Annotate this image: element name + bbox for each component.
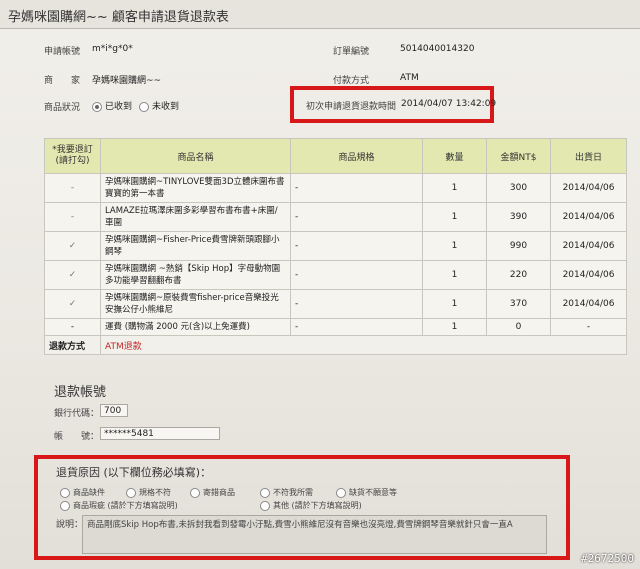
reason-defect-radio[interactable]: 商品瑕疵 (請於下方填寫說明) [60, 500, 178, 511]
col-header-qty: 數量 [422, 138, 487, 174]
product-name: 孕媽咪園購網 ~熱銷【Skip Hop】字母動物園多功能學習翻翻布書 [100, 260, 291, 290]
row-checkbox-checked-icon[interactable]: ✓ [44, 289, 101, 319]
ship-date: 2014/04/06 [550, 289, 627, 319]
radio-icon [60, 500, 70, 511]
product-price: 220 [486, 260, 551, 290]
product-qty: 1 [422, 173, 487, 203]
refund-method-row: 退款方式 ATM退款 [44, 335, 627, 355]
col-header-spec: 商品規格 [290, 138, 423, 174]
row-checkbox[interactable]: - [44, 173, 101, 203]
refund-method-value: ATM退款 [100, 335, 627, 355]
payment-value: ATM [400, 73, 419, 83]
reason-missing-item-radio[interactable]: 商品缺件 [60, 487, 105, 498]
shipping-price: 0 [486, 318, 551, 336]
description-label: 說明： [56, 520, 84, 530]
reason-out-of-stock-radio[interactable]: 缺貨不願意等 [336, 487, 397, 498]
order-no-label: 訂單編號 [333, 47, 370, 57]
title-bar: 孕媽咪園購網~~ 顧客申請退貨退款表 [0, 0, 640, 29]
bank-code-input[interactable]: 700 [100, 404, 128, 417]
col-header-price: 金額NT$ [486, 138, 551, 174]
ship-date: 2014/04/06 [550, 202, 627, 232]
radio-icon [126, 487, 136, 498]
account-no-label: 帳 號： [54, 432, 100, 442]
shipping-row: - 運費 (購物滿 2000 元(含)以上免運費) - 1 0 - [44, 318, 627, 336]
row-checkbox-checked-icon[interactable]: ✓ [44, 231, 101, 261]
reason-spec-mismatch-radio[interactable]: 規格不符 [126, 487, 171, 498]
product-qty: 1 [422, 289, 487, 319]
product-price: 990 [486, 231, 551, 261]
refund-method-label: 退款方式 [44, 335, 101, 355]
radio-icon [60, 487, 70, 498]
reason-heading: 退貨原因 (以下欄位務必填寫)： [56, 466, 212, 479]
account-no-input[interactable]: ******5481 [100, 427, 220, 440]
table-row: ✓ 孕媽咪園購網~Fisher-Price費雪牌新頭跟腳小鋼琴 - 1 990 … [44, 231, 627, 261]
table-row: - LAMAZE拉瑪澤床圍多彩學習布書布書+床圍/車圍 - 1 390 2014… [44, 202, 627, 232]
product-price: 370 [486, 289, 551, 319]
radio-selected-icon [92, 101, 102, 112]
radio-icon [260, 500, 270, 511]
apply-time-label: 初次申請退貨退款時間 [306, 102, 397, 112]
payment-label: 付款方式 [333, 76, 370, 86]
shipping-spec: - [290, 318, 423, 336]
table-row: ✓ 孕媽咪園購網~原裝費雪fisher-price音樂投光安撫公仔小熊維尼 - … [44, 289, 627, 319]
product-price: 300 [486, 173, 551, 203]
product-name: 孕媽咪園購網~TINYLOVE雙面3D立體床圍布書寶寶的第一本書 [100, 173, 291, 203]
reason-other-radio[interactable]: 其他 (請於下方填寫說明) [260, 500, 362, 511]
ship-date: 2014/04/06 [550, 260, 627, 290]
row-checkbox[interactable]: - [44, 202, 101, 232]
radio-icon [260, 487, 270, 498]
product-name: LAMAZE拉瑪澤床圍多彩學習布書布書+床圍/車圍 [100, 202, 291, 232]
product-name: 孕媽咪園購網~Fisher-Price費雪牌新頭跟腳小鋼琴 [100, 231, 291, 261]
product-qty: 1 [422, 202, 487, 232]
description-textarea[interactable]: 商品剛底Skip Hop布書,未拆封我看到發霉小汙點,費雪小熊維尼沒有音樂也沒亮… [82, 515, 547, 554]
items-table: *我要退訂 (請打勾) 商品名稱 商品規格 數量 金額NT$ 出貨日 - 孕媽咪… [44, 138, 627, 355]
product-spec: - [290, 202, 423, 232]
shipping-name: 運費 (購物滿 2000 元(含)以上免運費) [100, 318, 291, 336]
reason-not-needed-radio[interactable]: 不符我所需 [260, 487, 313, 498]
col-header-name: 商品名稱 [100, 138, 291, 174]
radio-icon [139, 101, 149, 112]
product-spec: - [290, 231, 423, 261]
status-label: 商品狀況 [44, 103, 81, 113]
shipping-check: - [44, 318, 101, 336]
ship-date: 2014/04/06 [550, 173, 627, 203]
product-price: 390 [486, 202, 551, 232]
shipping-qty: 1 [422, 318, 487, 336]
status-received-radio[interactable]: 已收到 [92, 99, 132, 112]
page-title: 孕媽咪園購網~~ 顧客申請退貨退款表 [8, 10, 229, 25]
ship-date: 2014/04/06 [550, 231, 627, 261]
order-no-value: 5014040014320 [400, 44, 475, 54]
status-not-received-radio[interactable]: 未收到 [139, 99, 179, 112]
product-spec: - [290, 289, 423, 319]
refund-account-heading: 退款帳號 [54, 385, 107, 400]
bank-code-label: 銀行代碼： [54, 409, 100, 419]
table-row: ✓ 孕媽咪園購網 ~熱銷【Skip Hop】字母動物園多功能學習翻翻布書 - 1… [44, 260, 627, 290]
col-header-check: *我要退訂 (請打勾) [44, 138, 101, 174]
row-checkbox-checked-icon[interactable]: ✓ [44, 260, 101, 290]
product-qty: 1 [422, 231, 487, 261]
account-value: m*i*g*0* [92, 44, 133, 54]
shipping-date: - [550, 318, 627, 336]
account-label: 申請帳號 [44, 47, 81, 57]
refund-form-page: 孕媽咪園購網~~ 顧客申請退貨退款表 申請帳號 m*i*g*0* 訂單編號 50… [0, 0, 640, 569]
product-spec: - [290, 260, 423, 290]
apply-time-value: 2014/04/07 13:42:09 [401, 99, 497, 109]
watermark: #2672500 [581, 552, 634, 565]
product-spec: - [290, 173, 423, 203]
merchant-label: 商 家 [44, 76, 81, 86]
radio-icon [336, 487, 346, 498]
merchant-value: 孕媽咪園購網~~ [92, 76, 162, 86]
reason-wrong-item-radio[interactable]: 寄錯商品 [190, 487, 235, 498]
table-row: - 孕媽咪園購網~TINYLOVE雙面3D立體床圍布書寶寶的第一本書 - 1 3… [44, 173, 627, 203]
product-qty: 1 [422, 260, 487, 290]
radio-icon [190, 487, 200, 498]
col-header-date: 出貨日 [550, 138, 627, 174]
product-name: 孕媽咪園購網~原裝費雪fisher-price音樂投光安撫公仔小熊維尼 [100, 289, 291, 319]
